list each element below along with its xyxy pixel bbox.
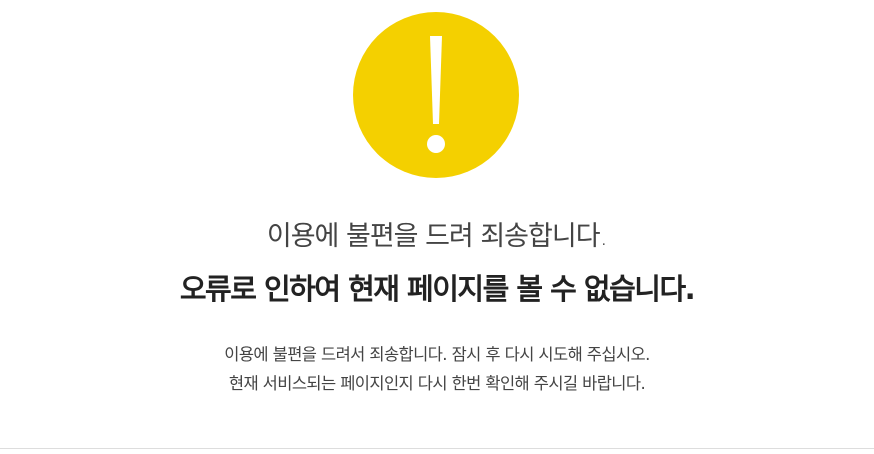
- error-page: 이용에 불편을 드려 죄송합니다. 오류로 인하여 현재 페이지를 볼 수 없습…: [0, 0, 874, 448]
- exclamation-mark: [427, 36, 445, 153]
- error-headline-main: 오류로 인하여 현재 페이지를 볼 수 없습니다.: [179, 272, 696, 306]
- bottom-divider: [0, 448, 874, 449]
- exclamation-icon: [353, 12, 519, 178]
- error-description-retry: 이용에 불편을 드려서 죄송합니다. 잠시 후 다시 시도해 주십시오.: [224, 345, 650, 364]
- error-description-check: 현재 서비스되는 페이지인지 다시 한번 확인해 주시길 바랍니다.: [228, 374, 646, 393]
- error-headline-apology: 이용에 불편을 드려 죄송합니다.: [266, 221, 608, 252]
